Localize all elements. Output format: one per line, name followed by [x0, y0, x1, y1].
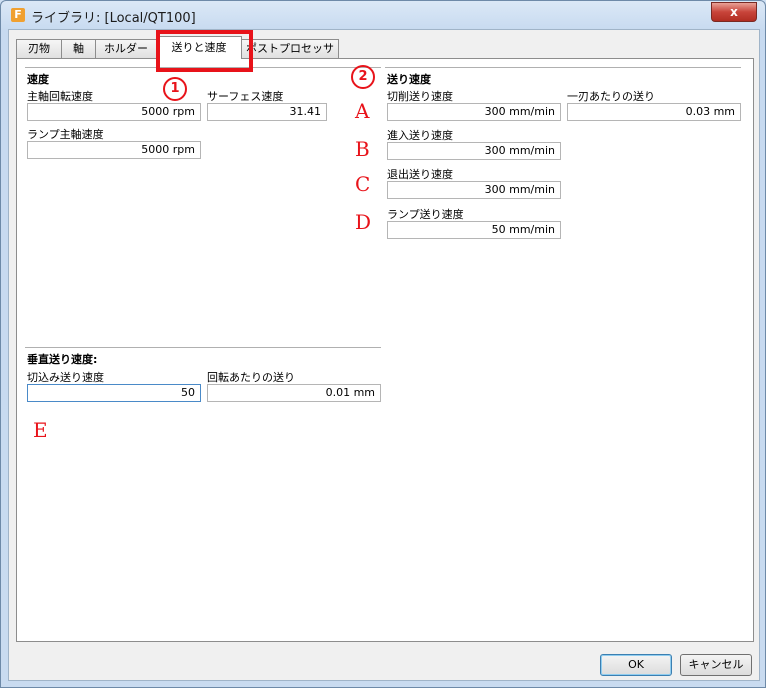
lead-out-feed-field[interactable]: 300 mm/min [387, 181, 561, 199]
feed-speed-panel: 速度 主軸回転速度 5000 rpm サーフェス速度 31.41 ランプ主軸速度… [16, 58, 754, 642]
cancel-button[interactable]: キャンセル [680, 654, 752, 676]
feed-per-rev-field[interactable]: 0.01 mm [207, 384, 381, 402]
annotation-a: A [355, 99, 370, 123]
vertical-feed-heading: 垂直送り速度: [27, 353, 98, 366]
annotation-c: C [355, 172, 371, 196]
feed-per-rev-label: 回転あたりの送り [207, 371, 295, 384]
ramp-spindle-speed-label: ランプ主軸速度 [27, 128, 104, 141]
title-bar[interactable]: F ライブラリ: [Local/QT100] x [1, 1, 765, 29]
plunge-feed-field[interactable]: 50 [27, 384, 201, 402]
tab-axis[interactable]: 軸 [61, 39, 96, 58]
tab-highlight-box [156, 30, 253, 72]
spindle-speed-label: 主軸回転速度 [27, 90, 93, 103]
lead-in-feed-field[interactable]: 300 mm/min [387, 142, 561, 160]
ramp-feed-field[interactable]: 50 mm/min [387, 221, 561, 239]
feed-section-rule [385, 67, 741, 69]
spindle-speed-field[interactable]: 5000 rpm [27, 103, 201, 121]
close-icon: x [730, 5, 738, 19]
tab-holder[interactable]: ホルダー [95, 39, 157, 58]
ok-button[interactable]: OK [600, 654, 672, 676]
tab-post-processor[interactable]: ポストプロセッサ [241, 39, 339, 58]
annotation-circle-2: 2 [351, 65, 375, 89]
lead-in-feed-label: 進入送り速度 [387, 129, 453, 142]
annotation-d: D [355, 210, 372, 234]
feed-per-tooth-label: 一刃あたりの送り [567, 90, 655, 103]
cutting-feed-field[interactable]: 300 mm/min [387, 103, 561, 121]
feed-heading: 送り速度 [387, 73, 431, 86]
surface-speed-label: サーフェス速度 [207, 90, 284, 103]
lead-out-feed-label: 退出送り速度 [387, 168, 453, 181]
plunge-feed-label: 切込み送り速度 [27, 371, 104, 384]
annotation-circle-1: 1 [163, 77, 187, 101]
tab-blade[interactable]: 刃物 [16, 39, 62, 58]
close-button[interactable]: x [711, 2, 757, 22]
window-title: ライブラリ: [Local/QT100] [31, 11, 196, 26]
annotation-e: E [33, 418, 48, 442]
cutting-feed-label: 切削送り速度 [387, 90, 453, 103]
surface-speed-field[interactable]: 31.41 [207, 103, 327, 121]
dialog-client: 刃物 軸 ホルダー 送りと速度 ポストプロセッサ 速度 主軸回転速度 5000 … [8, 29, 760, 681]
library-window: F ライブラリ: [Local/QT100] x 刃物 軸 ホルダー 送りと速度… [0, 0, 766, 688]
vertical-section-rule [25, 347, 381, 349]
speed-heading: 速度 [27, 73, 49, 86]
feed-per-tooth-field[interactable]: 0.03 mm [567, 103, 741, 121]
app-icon: F [11, 8, 25, 22]
annotation-b: B [355, 137, 370, 161]
ramp-feed-label: ランプ送り速度 [387, 208, 464, 221]
ramp-spindle-speed-field[interactable]: 5000 rpm [27, 141, 201, 159]
